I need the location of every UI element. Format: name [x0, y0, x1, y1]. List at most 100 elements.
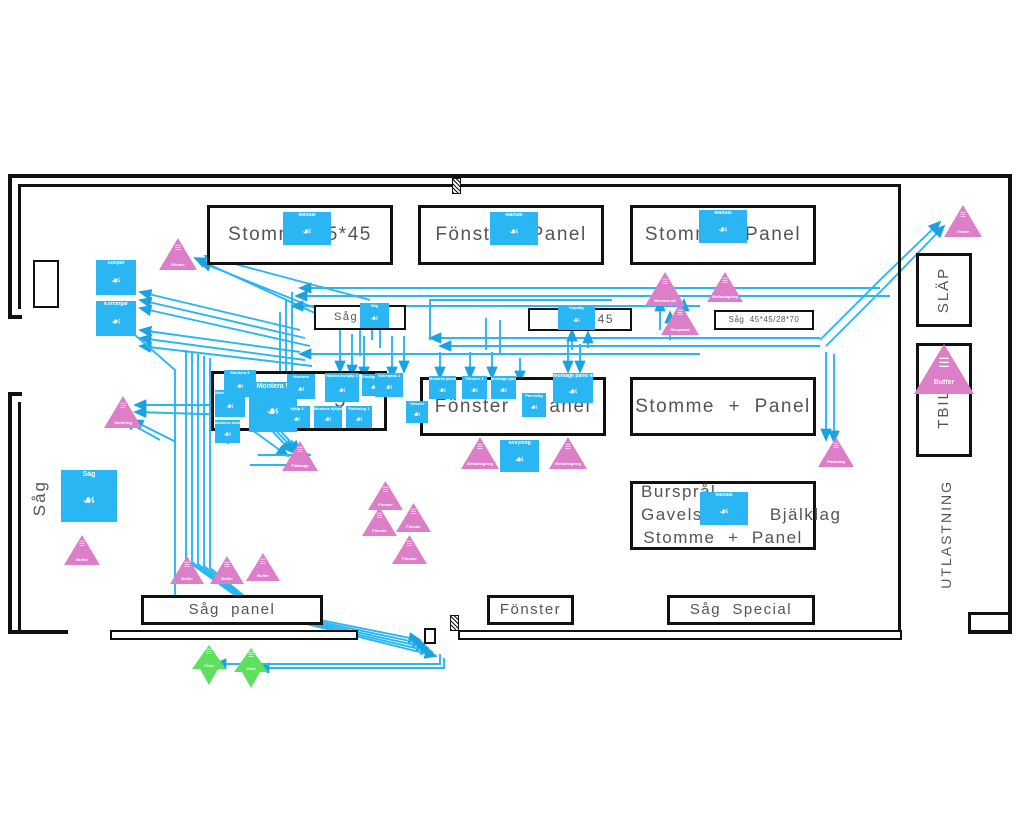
op-montera-2[interactable]: Montera stom 2 ☙ [215, 420, 240, 443]
worker-icon: ☙ [438, 384, 447, 395]
op-montera-panel-1[interactable]: Montera panel ☙ [429, 376, 456, 399]
tri-label: Mellanlagring [712, 294, 738, 299]
op-stolpar[interactable]: Stolpar ☙ [96, 260, 136, 295]
op-packning-1[interactable]: Packning 1 ☙ [346, 406, 372, 428]
area-slap[interactable]: SLÄP [916, 253, 972, 327]
tri-riktare[interactable]: ☰ Riktare [159, 238, 197, 270]
area-label: SLÄP [934, 266, 952, 314]
tri-buffer-tbil[interactable]: ☰ Buffer [914, 344, 974, 394]
area-fonster-bottom[interactable]: Fönster [487, 595, 574, 625]
inventory-icon: ☰ [174, 244, 182, 252]
inventory-icon: ☰ [406, 541, 413, 549]
worker-icon: ☙ [719, 506, 729, 519]
op-manual-stommepanel[interactable]: Manual ☙ [699, 210, 747, 243]
tri-gleopanel[interactable]: ☰ Gleopanel [661, 303, 699, 335]
tri-label: Packning [827, 459, 845, 464]
worker-icon: ☙ [82, 492, 96, 510]
inventory-icon: ☰ [119, 402, 127, 410]
tri-label: Virke [204, 663, 214, 668]
tri-fonster-2[interactable]: ☰ Fönster [362, 507, 397, 536]
tri-label: Mellanlagring [555, 461, 581, 466]
tri-buffer-b1[interactable]: ☰ Buffer [170, 556, 204, 584]
tri-sortering[interactable]: ☰ Sortering [104, 396, 142, 428]
op-avsyning[interactable]: Avsyning ☙ [500, 440, 539, 472]
worker-icon: ☙ [235, 380, 245, 391]
hall-bottom-left-wall [8, 630, 68, 634]
inventory-icon: ☰ [78, 541, 86, 549]
op-montera-4[interactable]: Montera ☙ [287, 374, 315, 399]
area-label-line3: Stomme + Panel [643, 527, 803, 547]
op-fonster-1[interactable]: Fönster 1 ☙ [462, 376, 487, 399]
worker-icon: ☙ [354, 414, 364, 425]
tri-label: Fönster [378, 502, 393, 507]
worker-icon: ☙ [370, 312, 379, 323]
small-room-left [33, 260, 59, 308]
worker-icon: ☙ [412, 409, 422, 420]
hall-left-wall-upper [8, 174, 12, 319]
tri-fonster-4[interactable]: ☰ Fönster [392, 535, 427, 564]
doorway-hatch-bottom [450, 615, 459, 631]
hall-left-inner-wall-lower [18, 402, 21, 634]
area-sag-special[interactable]: Såg Special [667, 595, 815, 625]
tri-label: Virke [246, 666, 256, 671]
op-montage-1[interactable]: Montage panel 1 ☙ [491, 376, 516, 399]
hall-left-wall-stub-lower [8, 392, 22, 396]
tri-buffer-b2[interactable]: ☰ Buffer [210, 556, 244, 584]
op-manual-fonster[interactable]: Manual ☙ [490, 212, 538, 245]
area-label: Såg Special [689, 600, 793, 618]
tri-label: Sortering [114, 420, 132, 425]
inventory-icon: ☰ [661, 279, 669, 287]
op-manual-stomme45[interactable]: Manual ☙ [283, 212, 331, 245]
tri-label: Fönster [402, 556, 417, 561]
hall-right-notch-top [968, 612, 1012, 615]
tri-mellanlagring-2[interactable]: ☰ Mellanlagring [549, 437, 587, 469]
op-manual-bjalklag[interactable]: Manual ☙ [700, 492, 748, 525]
area-sag-dimension[interactable]: Såg 45*45/28*70 [714, 310, 814, 330]
op-montera-hjalp-5[interactable]: Montera hjälpa 5 ☙ [314, 406, 342, 428]
tri-vidare[interactable]: ☰ Vidare [944, 205, 982, 237]
op-vanster[interactable]: Vänster ☙ [406, 401, 428, 423]
worker-icon: ☙ [296, 383, 306, 394]
op-sag-hall[interactable]: Såg ☙ [61, 470, 117, 522]
op-vaterpack-1[interactable]: Väterpack 1 ☙ [375, 373, 403, 397]
worker-icon: ☙ [509, 226, 519, 239]
op-kapsag[interactable]: Kapsåg ☙ [558, 305, 595, 330]
worker-icon: ☙ [223, 428, 232, 439]
tri-packning-r[interactable]: ☰ Packning [818, 437, 854, 467]
tri-label: Buffer [181, 576, 193, 581]
area-stomme-panel-cell[interactable]: Stomme + Panel [630, 377, 816, 436]
tri-virke-1[interactable]: ☰ Virke [192, 645, 226, 685]
tri-label: Montera stt [654, 298, 676, 303]
area-label: Såg 45*45/28*70 [728, 314, 800, 324]
tri-label: Gleopanel [670, 327, 690, 332]
tri-virke-2[interactable]: ☰ Virke [234, 648, 268, 688]
op-sag[interactable]: Såg ☙ [360, 303, 389, 328]
op-panelsag[interactable]: Panelsåg ☙ [522, 393, 546, 417]
tri-label: Vidare [956, 229, 970, 234]
op-montage-panel-4[interactable]: Montage panel 4 ☙ [553, 373, 593, 403]
area-sag-panel[interactable]: Såg panel [141, 595, 323, 625]
tri-label: Buffer [257, 573, 269, 578]
area-label: 45 [597, 312, 614, 327]
tri-buffer-left[interactable]: ☰ Buffer [64, 535, 100, 565]
op-hantverkshjalp[interactable]: Hantverkshjälp 3 ☙ [325, 373, 359, 402]
worker-icon: ☙ [470, 384, 479, 395]
op-hjalp-2[interactable]: Hjälp 2 ☙ [284, 406, 310, 428]
tri-montera-stt[interactable]: ☰ Montera stt [645, 272, 685, 306]
tri-mellanlagring-1[interactable]: ☰ Mellanlagring [461, 437, 499, 469]
layout-diagram: Stomme 45*45 Fönster Panel Stomme Panel … [0, 0, 1024, 819]
inventory-icon: ☰ [376, 513, 383, 521]
area-label: Såg panel [188, 600, 276, 618]
tri-label: Flakkapp [291, 463, 309, 468]
tri-buffer-b3[interactable]: ☰ Buffer [246, 553, 280, 581]
area-label: Fönster [499, 600, 562, 618]
tri-label: Buffer [221, 576, 233, 581]
worker-icon: ☙ [111, 316, 121, 329]
tri-label: Mellanlagring [467, 461, 493, 466]
op-kortlingar[interactable]: Kortlingar ☙ [96, 301, 136, 336]
tri-label: Buffer [76, 557, 88, 562]
tri-fonster-1[interactable]: ☰ Fönster [368, 481, 403, 510]
worker-icon: ☙ [292, 414, 302, 425]
tri-mellanlagring-3[interactable]: ☰ Mellanlagring [707, 272, 743, 302]
tri-flakkapp[interactable]: ☰ Flakkapp [282, 441, 318, 471]
